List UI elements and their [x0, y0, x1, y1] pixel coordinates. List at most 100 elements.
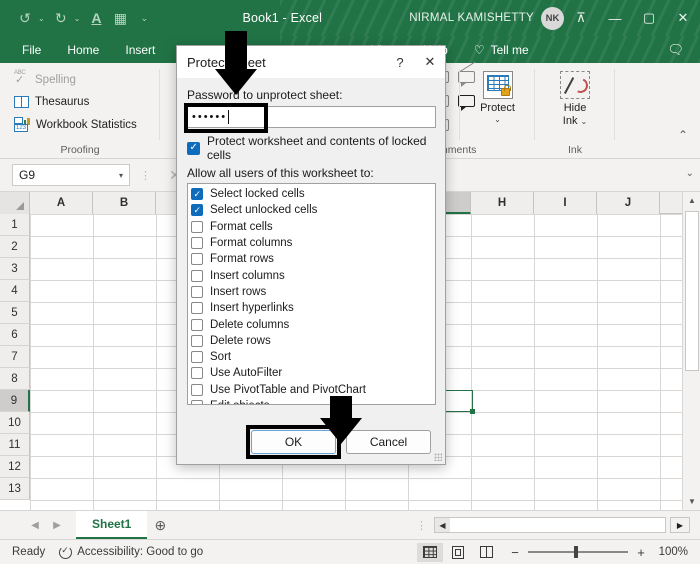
zoom-slider[interactable]	[528, 546, 628, 558]
chevron-down-icon[interactable]: ⌄	[581, 117, 588, 126]
checkbox-icon[interactable]	[191, 351, 203, 364]
ribbon-display-options-icon[interactable]: ⊼	[564, 2, 598, 34]
spelling-button[interactable]: ABC ✓ Spelling	[0, 70, 160, 89]
expand-formula-bar-icon[interactable]: ⌄	[686, 168, 694, 179]
minimize-button[interactable]: —	[598, 2, 632, 34]
name-box[interactable]: G9 ▾	[12, 164, 130, 186]
add-sheet-button[interactable]: ⊕	[147, 514, 173, 536]
account-area[interactable]: NIRMAL KAMISHETTY NK	[409, 6, 564, 30]
checkbox-icon[interactable]	[191, 237, 203, 250]
permission-insert-rows[interactable]: Insert rows	[191, 284, 435, 300]
scroll-up-button[interactable]: ▲	[683, 192, 700, 209]
checkbox-icon[interactable]	[191, 400, 203, 404]
collapse-ribbon-button[interactable]: ⌃	[678, 128, 688, 142]
permission-use-pivottable[interactable]: Use PivotTable and PivotChart	[191, 382, 435, 398]
row-header-8[interactable]: 8	[0, 368, 30, 390]
row-header-6[interactable]: 6	[0, 324, 30, 346]
workbook-statistics-button[interactable]: 123 Workbook Statistics	[0, 115, 160, 134]
tab-help[interactable]: Help	[410, 39, 461, 61]
close-button[interactable]: ✕	[666, 2, 700, 34]
checkbox-icon[interactable]	[191, 204, 203, 217]
checkbox-icon[interactable]	[191, 269, 203, 282]
tab-home[interactable]: Home	[54, 39, 112, 61]
undo-dropdown-icon[interactable]: ⌄	[38, 14, 45, 23]
row-header-9[interactable]: 9	[0, 390, 30, 412]
permission-insert-hyperlinks[interactable]: Insert hyperlinks	[191, 300, 435, 316]
permissions-list[interactable]: Select locked cells Select unlocked cell…	[187, 183, 436, 405]
tab-file[interactable]: File	[0, 39, 54, 61]
permission-select-locked-cells[interactable]: Select locked cells	[191, 186, 435, 202]
checkbox-icon[interactable]	[191, 302, 203, 315]
avatar[interactable]: NK	[541, 6, 564, 30]
font-color-icon[interactable]: A	[85, 7, 107, 29]
select-all-button[interactable]	[0, 192, 30, 214]
checkbox-icon[interactable]	[191, 318, 203, 331]
hscroll-right-button[interactable]: ▶	[670, 517, 690, 533]
column-header-B[interactable]: B	[93, 192, 156, 214]
zoom-percentage[interactable]: 100%	[654, 546, 688, 558]
row-header-4[interactable]: 4	[0, 280, 30, 302]
permission-format-cells[interactable]: Format cells	[191, 219, 435, 235]
redo-dropdown-icon[interactable]: ⌄	[74, 14, 81, 23]
row-header-2[interactable]: 2	[0, 236, 30, 258]
permission-edit-objects[interactable]: Edit objects	[191, 398, 435, 404]
permission-format-rows[interactable]: Format rows	[191, 251, 435, 267]
fill-handle[interactable]	[470, 409, 475, 414]
checkbox-icon[interactable]	[191, 220, 203, 233]
protect-worksheet-checkbox[interactable]: Protect worksheet and contents of locked…	[187, 134, 435, 162]
cancel-button[interactable]: Cancel	[346, 430, 431, 454]
permission-delete-rows[interactable]: Delete rows	[191, 333, 435, 349]
permission-sort[interactable]: Sort	[191, 349, 435, 365]
password-input[interactable]: ••••••	[184, 103, 436, 133]
thesaurus-button[interactable]: Thesaurus	[0, 94, 160, 110]
checkbox-icon[interactable]	[191, 188, 203, 201]
sheet-tab-sheet1[interactable]: Sheet1	[76, 511, 148, 539]
checkbox-icon[interactable]	[191, 253, 203, 266]
horizontal-scroll-thumb[interactable]	[450, 518, 665, 532]
undo-icon[interactable]: ↺	[14, 7, 36, 29]
page-layout-view-button[interactable]	[445, 543, 471, 562]
previous-sheet-button[interactable]: ◀	[24, 514, 46, 536]
tab-view[interactable]: View	[358, 39, 410, 61]
customize-qat-icon[interactable]: ⌄	[133, 7, 155, 29]
dialog-resize-grip[interactable]	[434, 453, 442, 461]
permission-select-unlocked-cells[interactable]: Select unlocked cells	[191, 202, 435, 218]
protect-button[interactable]: Protect ⌄	[460, 63, 535, 124]
row-header-13[interactable]: 13	[0, 478, 30, 500]
next-sheet-button[interactable]: ▶	[46, 514, 68, 536]
row-header-11[interactable]: 11	[0, 434, 30, 456]
maximize-button[interactable]: ▢	[632, 2, 666, 34]
row-header-7[interactable]: 7	[0, 346, 30, 368]
vertical-scrollbar[interactable]: ▲ ▼	[682, 192, 700, 510]
column-header-I[interactable]: I	[534, 192, 597, 214]
checkbox-icon[interactable]	[191, 334, 203, 347]
checkbox-icon[interactable]	[187, 141, 200, 155]
horizontal-scrollbar[interactable]: ◀	[434, 517, 666, 533]
chevron-down-icon[interactable]: ▾	[119, 171, 123, 180]
hscroll-left-button[interactable]: ◀	[435, 518, 450, 532]
row-header-1[interactable]: 1	[0, 214, 30, 236]
table-icon[interactable]: ▦	[109, 7, 131, 29]
scroll-down-button[interactable]: ▼	[683, 493, 700, 510]
column-header-H[interactable]: H	[471, 192, 534, 214]
column-header-A[interactable]: A	[30, 192, 93, 214]
column-header-J[interactable]: J	[597, 192, 660, 214]
tab-insert[interactable]: Insert	[112, 39, 168, 61]
ok-button[interactable]: OK	[251, 430, 336, 454]
hide-ink-button[interactable]: Hide Ink ⌄	[535, 63, 615, 127]
redo-icon[interactable]: ↻	[50, 7, 72, 29]
permission-use-autofilter[interactable]: Use AutoFilter	[191, 365, 435, 381]
tell-me-search[interactable]: ♡ Tell me	[461, 39, 542, 61]
row-header-10[interactable]: 10	[0, 412, 30, 434]
vertical-scroll-thumb[interactable]	[685, 211, 699, 371]
permission-insert-columns[interactable]: Insert columns	[191, 267, 435, 283]
zoom-out-button[interactable]: −	[509, 545, 521, 560]
normal-view-button[interactable]	[417, 542, 443, 562]
accessibility-status[interactable]: Accessibility: Good to go	[59, 545, 203, 559]
checkbox-icon[interactable]	[191, 367, 203, 380]
permission-delete-columns[interactable]: Delete columns	[191, 316, 435, 332]
permission-format-columns[interactable]: Format columns	[191, 235, 435, 251]
chevron-down-icon[interactable]: ⌄	[494, 115, 501, 124]
page-break-preview-button[interactable]	[473, 543, 499, 562]
zoom-slider-thumb[interactable]	[574, 546, 578, 558]
